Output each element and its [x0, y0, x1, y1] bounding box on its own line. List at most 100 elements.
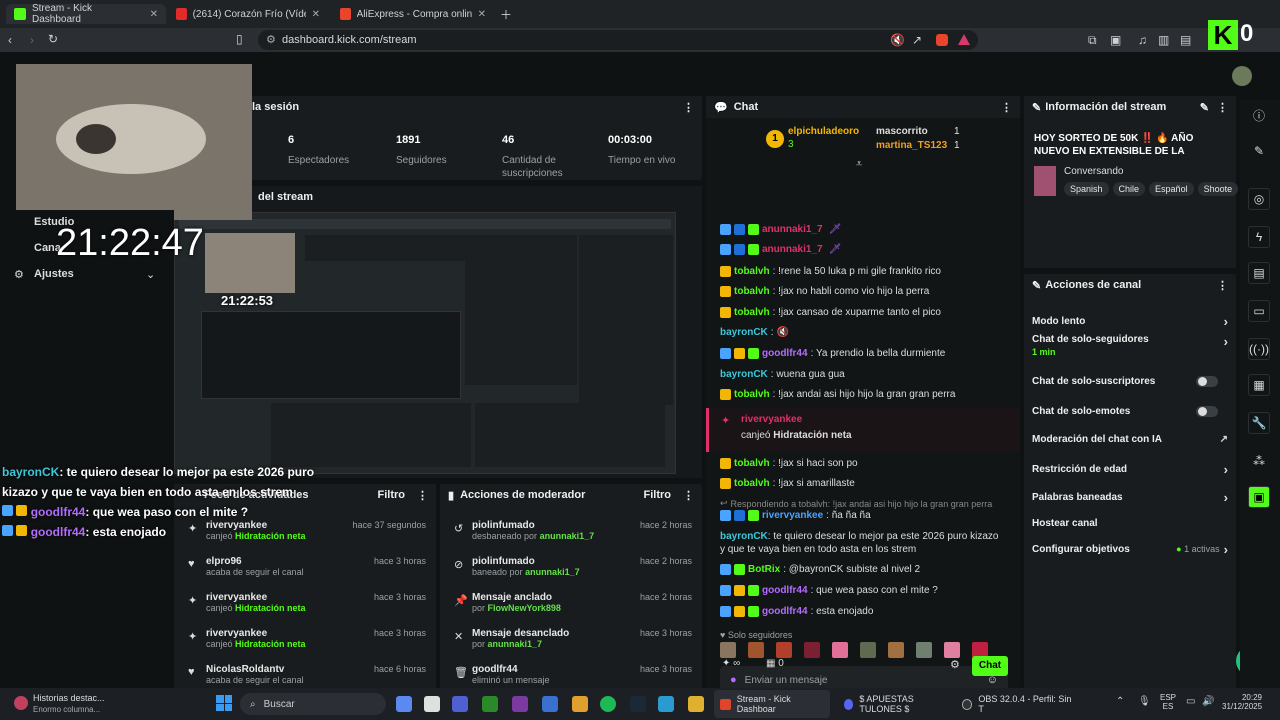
- close-tab-icon[interactable]: ✕: [150, 9, 158, 20]
- avatar[interactable]: [1232, 66, 1252, 86]
- mod-by[interactable]: anunnaki1_7: [488, 639, 543, 649]
- mic-icon[interactable]: ●: [730, 674, 737, 686]
- wrench-icon[interactable]: 🔧: [1248, 412, 1270, 434]
- points-icon[interactable]: ✦ ∞: [722, 658, 740, 669]
- chat-user[interactable]: bayronCK: [720, 531, 768, 542]
- tab-youtube[interactable]: (2614) Corazón Frío (Vídeo Oficial) - ✕: [168, 4, 328, 24]
- action-emote-only[interactable]: Chat de solo-emotes: [1032, 400, 1228, 422]
- chat-icon[interactable]: ▭: [1248, 300, 1270, 322]
- vlc-icon[interactable]: [572, 696, 588, 712]
- taskbar-app-browser[interactable]: Stream - Kick Dashboar: [714, 690, 830, 718]
- copilot-icon[interactable]: [396, 696, 412, 712]
- more-options-icon[interactable]: ⋮: [1217, 279, 1228, 292]
- chat-user[interactable]: goodlfr44: [762, 606, 808, 617]
- tag[interactable]: Shoote: [1197, 182, 1239, 196]
- mod-target[interactable]: piolinfumado: [472, 520, 594, 531]
- chat-user[interactable]: anunnaki1_7: [762, 244, 823, 255]
- action-ai-moderation[interactable]: Moderación del chat con IA ↗: [1032, 428, 1228, 450]
- camera-icon[interactable]: ◎: [1248, 188, 1270, 210]
- clock[interactable]: 20:29 31/12/2025: [1222, 693, 1262, 711]
- folder-icon[interactable]: [688, 696, 704, 712]
- activity-user[interactable]: rivervyankee: [206, 592, 306, 603]
- edit-icon[interactable]: ✎: [1200, 101, 1209, 114]
- taskbar-app-discord[interactable]: $ APUESTAS TULONES $: [838, 690, 950, 718]
- users-icon[interactable]: ⁂: [1248, 450, 1270, 472]
- more-options-icon[interactable]: ⋮: [417, 489, 428, 502]
- top-gifter-name[interactable]: elpichuladeoro: [788, 126, 859, 137]
- pen-icon[interactable]: ✎: [1248, 140, 1270, 162]
- chat-user[interactable]: rivervyankee: [762, 510, 823, 521]
- screenshot-icon[interactable]: ▣: [1110, 33, 1121, 47]
- chat-user[interactable]: tobalvh: [734, 266, 770, 277]
- action-banned-words[interactable]: Palabras baneadas ›: [1032, 486, 1228, 508]
- more-options-icon[interactable]: ⋮: [683, 489, 694, 502]
- chat-user[interactable]: goodlfr44: [762, 348, 808, 359]
- tab-aliexpress[interactable]: AliExpress - Compra online de Electr ✕: [332, 4, 494, 24]
- share-icon[interactable]: ↗: [912, 33, 922, 47]
- chat-user[interactable]: tobalvh: [734, 478, 770, 489]
- action-goals[interactable]: Configurar objetivos ● 1 activas ›: [1032, 538, 1228, 560]
- chat-user[interactable]: tobalvh: [734, 389, 770, 400]
- media-icon[interactable]: ♫: [1138, 33, 1147, 47]
- tag[interactable]: Chile: [1112, 182, 1146, 196]
- edge-icon[interactable]: [658, 696, 674, 712]
- mod-by[interactable]: FlowNewYork898: [488, 603, 561, 613]
- action-followers-only[interactable]: Chat de solo-seguidores 1 min ›: [1032, 334, 1228, 364]
- gifter-name[interactable]: mascorrito: [876, 126, 928, 137]
- language-indicator[interactable]: ESP ES: [1160, 693, 1176, 711]
- chat-user[interactable]: tobalvh: [734, 458, 770, 469]
- chat-user[interactable]: bayronCK: [720, 369, 768, 380]
- mod-target[interactable]: goodlfr44: [472, 664, 550, 675]
- broadcast-icon[interactable]: ((·)): [1248, 338, 1270, 360]
- close-tab-icon[interactable]: ✕: [312, 9, 320, 20]
- chat-user[interactable]: goodlfr44: [762, 585, 808, 596]
- new-tab-icon[interactable]: ＋: [500, 6, 512, 23]
- mod-filter-button[interactable]: Filtro: [644, 489, 672, 501]
- mod-by[interactable]: anunnaki1_7: [525, 567, 580, 577]
- activity-user[interactable]: elpro96: [206, 556, 304, 567]
- mod-target[interactable]: piolinfumado: [472, 556, 580, 567]
- info-icon[interactable]: ⓘ: [1248, 104, 1270, 126]
- expand-gifters-icon[interactable]: ⩡: [856, 158, 862, 171]
- chat-user[interactable]: tobalvh: [734, 307, 770, 318]
- mute-site-icon[interactable]: 🔇: [890, 33, 905, 47]
- activity-user[interactable]: rivervyankee: [206, 628, 306, 639]
- lightning-icon[interactable]: ϟ: [1248, 226, 1270, 248]
- chat-user[interactable]: anunnaki1_7: [762, 224, 823, 235]
- redeem-user[interactable]: rivervyankee: [741, 414, 802, 425]
- chat-user[interactable]: BotRix: [748, 564, 780, 575]
- bank-icon[interactable]: ▦ 0: [766, 658, 784, 669]
- more-options-icon[interactable]: ⋮: [1001, 101, 1012, 114]
- chat-user[interactable]: bayronCK: [720, 327, 768, 338]
- stream-preview-video[interactable]: 21:22:53: [174, 212, 676, 474]
- emote-only-toggle[interactable]: [1196, 406, 1218, 417]
- reload-icon[interactable]: ↻: [48, 32, 58, 46]
- brave-rewards-icon[interactable]: [958, 34, 970, 45]
- sidebar-item-settings[interactable]: Ajustes: [34, 268, 74, 280]
- mail-icon[interactable]: [542, 696, 558, 712]
- more-options-icon[interactable]: ⋮: [683, 101, 694, 114]
- activity-filter-button[interactable]: Filtro: [378, 489, 406, 501]
- tag[interactable]: Español: [1149, 182, 1194, 196]
- activity-user[interactable]: NicolasRoldantv: [206, 664, 304, 675]
- mod-by[interactable]: anunnaki1_7: [540, 531, 595, 541]
- windows-start-icon[interactable]: [216, 695, 232, 711]
- teams-icon[interactable]: [452, 696, 468, 712]
- forward-icon[interactable]: ›: [30, 33, 34, 47]
- bookmark-icon[interactable]: ▯: [236, 32, 243, 46]
- tab-kick-dashboard[interactable]: Stream - Kick Dashboard ✕: [6, 3, 166, 25]
- network-icon[interactable]: ▭: [1186, 696, 1195, 707]
- xbox-icon[interactable]: [482, 696, 498, 712]
- taskbar-app-obs[interactable]: OBS 32.0.4 - Perfil: Sin T: [956, 690, 1072, 718]
- site-info-icon[interactable]: ⚙: [266, 33, 276, 46]
- brave-shield-icon[interactable]: [936, 34, 948, 46]
- volume-icon[interactable]: 🔊: [1202, 696, 1214, 707]
- steam-icon[interactable]: [630, 696, 646, 712]
- clipboard-icon[interactable]: ▤: [1248, 262, 1270, 284]
- back-icon[interactable]: ‹: [8, 33, 12, 47]
- extensions-icon[interactable]: ⧉: [1088, 33, 1097, 48]
- url-field[interactable]: ⚙ dashboard.kick.com/stream: [258, 30, 978, 50]
- close-tab-icon[interactable]: ✕: [478, 9, 486, 20]
- apps-icon[interactable]: ▣: [1248, 486, 1270, 508]
- action-slow-mode[interactable]: Modo lento ›: [1032, 310, 1228, 332]
